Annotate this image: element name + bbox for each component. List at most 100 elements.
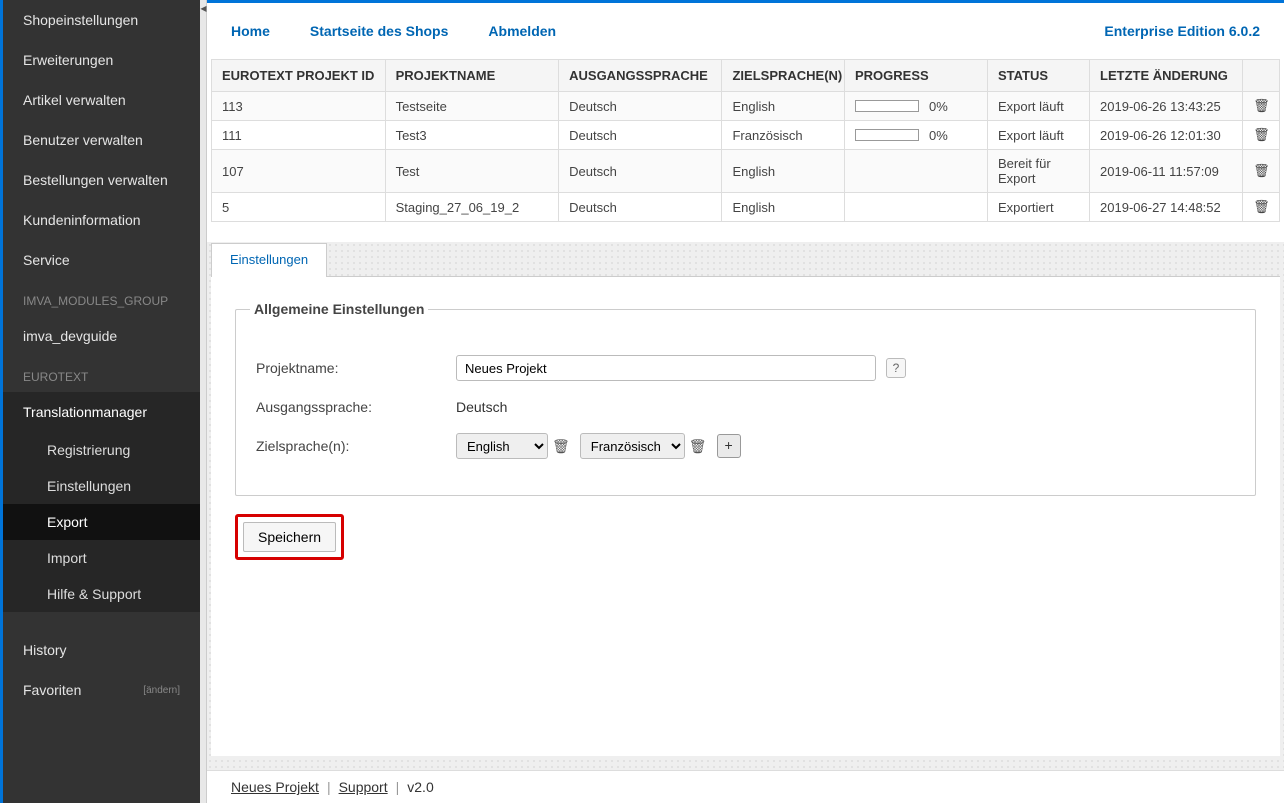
progress-bar xyxy=(855,129,919,141)
cell-id: 5 xyxy=(212,193,386,222)
cell-progress xyxy=(845,150,988,193)
fieldset-general: Allgemeine Einstellungen Projektname: ? … xyxy=(235,301,1256,496)
nav-tm-import[interactable]: Import xyxy=(3,540,200,576)
projects-table: EUROTEXT PROJEKT ID PROJEKTNAME AUSGANGS… xyxy=(211,59,1280,222)
cell-changed: 2019-06-26 13:43:25 xyxy=(1090,92,1243,121)
cell-tgt: English xyxy=(722,92,845,121)
trash-icon[interactable]: 🗑 xyxy=(1253,127,1270,142)
nav-tm-registrierung[interactable]: Registrierung xyxy=(3,432,200,468)
footer-project-link[interactable]: Neues Projekt xyxy=(231,779,319,795)
trash-icon[interactable]: 🗑 xyxy=(1253,98,1270,113)
save-button[interactable]: Speichern xyxy=(243,522,336,552)
table-row[interactable]: 107TestDeutschEnglish Bereit für Export20… xyxy=(212,150,1280,193)
th-actions xyxy=(1243,60,1280,92)
cell-id: 111 xyxy=(212,121,386,150)
cell-progress xyxy=(845,193,988,222)
link-startseite[interactable]: Startseite des Shops xyxy=(310,23,449,39)
cell-tgt: English xyxy=(722,193,845,222)
nav-artikel-verwalten[interactable]: Artikel verwalten xyxy=(3,80,200,120)
nav-erweiterungen[interactable]: Erweiterungen xyxy=(3,40,200,80)
cell-status: Bereit für Export xyxy=(987,150,1089,193)
cell-status: Export läuft xyxy=(987,92,1089,121)
progress-value: 0% xyxy=(929,99,948,114)
cell-name: Staging_27_06_19_2 xyxy=(385,193,559,222)
cell-id: 107 xyxy=(212,150,386,193)
th-src[interactable]: AUSGANGSSPRACHE xyxy=(559,60,722,92)
input-projektname[interactable] xyxy=(456,355,876,381)
tab-einstellungen[interactable]: Einstellungen xyxy=(211,243,327,277)
nav-translationmanager[interactable]: Translationmanager xyxy=(3,392,200,432)
cell-src: Deutsch xyxy=(559,150,722,193)
cell-delete[interactable]: 🗑 xyxy=(1243,92,1280,121)
splitter[interactable]: ◀ xyxy=(200,0,207,803)
nav-benutzer-verwalten[interactable]: Benutzer verwalten xyxy=(3,120,200,160)
progress-bar xyxy=(855,100,919,112)
table-row[interactable]: 5Staging_27_06_19_2DeutschEnglish Exporti… xyxy=(212,193,1280,222)
cell-changed: 2019-06-26 12:01:30 xyxy=(1090,121,1243,150)
topbar: Home Startseite des Shops Abmelden Enter… xyxy=(207,3,1284,59)
nav-tm-export[interactable]: Export xyxy=(3,504,200,540)
value-ausgangssprache: Deutsch xyxy=(456,399,507,415)
th-changed[interactable]: LETZTE ÄNDERUNG xyxy=(1090,60,1243,92)
help-button[interactable]: ? xyxy=(886,358,906,378)
cell-status: Export läuft xyxy=(987,121,1089,150)
cell-name: Test3 xyxy=(385,121,559,150)
cell-progress: 0% xyxy=(845,121,988,150)
nav-history[interactable]: History xyxy=(3,630,200,670)
cell-progress: 0% xyxy=(845,92,988,121)
select-zielsprache[interactable]: Französisch xyxy=(580,433,685,459)
th-tgt[interactable]: ZIELSPRACHE(N) xyxy=(722,60,845,92)
table-row[interactable]: 111Test3DeutschFranzösisch 0% Export läuft… xyxy=(212,121,1280,150)
label-ausgangssprache: Ausgangssprache: xyxy=(256,399,456,415)
progress-value: 0% xyxy=(929,128,948,143)
cell-delete[interactable]: 🗑 xyxy=(1243,150,1280,193)
cell-src: Deutsch xyxy=(559,121,722,150)
cell-src: Deutsch xyxy=(559,193,722,222)
trash-icon[interactable]: 🗑 xyxy=(1253,163,1270,178)
cell-name: Test xyxy=(385,150,559,193)
nav-shopeinstellungen[interactable]: Shopeinstellungen xyxy=(3,0,200,40)
legend-general: Allgemeine Einstellungen xyxy=(250,301,428,317)
favoriten-label: Favoriten xyxy=(23,682,81,698)
select-zielsprache[interactable]: English xyxy=(456,433,548,459)
cell-tgt: Französisch xyxy=(722,121,845,150)
cell-delete[interactable]: 🗑 xyxy=(1243,193,1280,222)
footer-version: v2.0 xyxy=(407,779,433,795)
link-abmelden[interactable]: Abmelden xyxy=(488,23,556,39)
cell-changed: 2019-06-27 14:48:52 xyxy=(1090,193,1243,222)
nav-favoriten[interactable]: Favoriten [ändern] xyxy=(3,670,200,710)
th-status[interactable]: STATUS xyxy=(987,60,1089,92)
th-id[interactable]: EUROTEXT PROJEKT ID xyxy=(212,60,386,92)
trash-icon[interactable]: 🗑 xyxy=(689,438,707,455)
trash-icon[interactable]: 🗑 xyxy=(1253,199,1270,214)
th-name[interactable]: PROJEKTNAME xyxy=(385,60,559,92)
footer-support-link[interactable]: Support xyxy=(339,779,388,795)
favoriten-edit[interactable]: [ändern] xyxy=(143,685,180,696)
footer: Neues Projekt | Support | v2.0 xyxy=(207,770,1284,803)
th-progress[interactable]: PROGRESS xyxy=(845,60,988,92)
cell-delete[interactable]: 🗑 xyxy=(1243,121,1280,150)
cell-status: Exportiert xyxy=(987,193,1089,222)
label-projektname: Projektname: xyxy=(256,360,456,376)
cell-id: 113 xyxy=(212,92,386,121)
save-highlight: Speichern xyxy=(235,514,344,560)
trash-icon[interactable]: 🗑 xyxy=(552,438,570,455)
nav-kundeninformation[interactable]: Kundeninformation xyxy=(3,200,200,240)
sidebar: Shopeinstellungen Erweiterungen Artikel … xyxy=(0,0,200,803)
nav-imva-devguide[interactable]: imva_devguide xyxy=(3,316,200,356)
nav-bestellungen-verwalten[interactable]: Bestellungen verwalten xyxy=(3,160,200,200)
cell-name: Testseite xyxy=(385,92,559,121)
label-zielsprachen: Zielsprache(n): xyxy=(256,438,456,454)
collapse-arrow-icon[interactable]: ◀ xyxy=(200,4,207,14)
group-eurotext-label: EUROTEXT xyxy=(3,356,200,392)
nav-tm-hilfe[interactable]: Hilfe & Support xyxy=(3,576,200,612)
cell-tgt: English xyxy=(722,150,845,193)
cell-changed: 2019-06-11 11:57:09 xyxy=(1090,150,1243,193)
nav-tm-einstellungen[interactable]: Einstellungen xyxy=(3,468,200,504)
nav-service[interactable]: Service xyxy=(3,240,200,280)
add-language-button[interactable]: + xyxy=(717,434,741,458)
link-home[interactable]: Home xyxy=(231,23,270,39)
main-area: Home Startseite des Shops Abmelden Enter… xyxy=(207,0,1284,803)
cell-src: Deutsch xyxy=(559,92,722,121)
table-row[interactable]: 113TestseiteDeutschEnglish 0% Export läuft… xyxy=(212,92,1280,121)
